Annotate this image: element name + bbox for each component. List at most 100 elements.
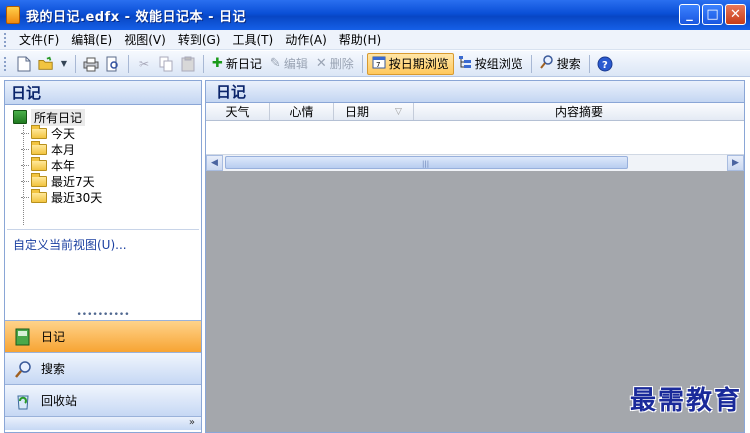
tree-item-label: 本月 — [51, 142, 76, 157]
scrollbar-thumb[interactable]: ||| — [225, 156, 628, 169]
print-preview-icon[interactable] — [105, 56, 121, 72]
diary-list: 天气 心情 日期 ▽ 内容摘要 ◀ ||| ▶ — [206, 103, 744, 171]
search-icon — [540, 54, 554, 73]
diary-book-icon — [13, 327, 33, 347]
app-icon — [6, 6, 20, 24]
menu-view[interactable]: 视图(V) — [118, 31, 172, 48]
edit-button[interactable]: ✎ 编辑 — [266, 53, 312, 75]
menu-goto[interactable]: 转到(G) — [172, 31, 227, 48]
folder-icon — [31, 140, 47, 155]
tree-item-this-month[interactable]: 本月 — [21, 140, 201, 157]
help-icon[interactable]: ? — [597, 56, 613, 72]
tree-item-label: 今天 — [51, 126, 76, 141]
sort-descending-icon: ▽ — [395, 106, 402, 117]
column-header-label: 日期 — [345, 105, 370, 119]
window-title: 我的日记.edfx - 效能日记本 - 日记 — [26, 9, 246, 25]
pencil-icon: ✎ — [269, 56, 281, 71]
browse-by-date-label: 按日期浏览 — [388, 57, 449, 71]
toolbar-separator — [75, 54, 76, 73]
folder-icon — [31, 156, 47, 171]
toolbar-separator — [128, 54, 129, 73]
menu-grip[interactable] — [4, 32, 7, 47]
delete-button[interactable]: ✕ 删除 — [312, 53, 358, 75]
edit-label: 编辑 — [283, 57, 308, 71]
search-icon — [13, 359, 33, 379]
new-file-icon[interactable] — [16, 56, 32, 72]
tree-item-this-year[interactable]: 本年 — [21, 156, 201, 173]
nav-footer: » — [5, 416, 201, 430]
nav-button-recycle-bin[interactable]: 回收站 — [5, 384, 201, 416]
pane-splitter[interactable]: •••••••••• — [5, 311, 201, 320]
column-header-summary[interactable]: 内容摘要 — [414, 103, 744, 120]
scroll-right-icon[interactable]: ▶ — [727, 155, 744, 171]
configure-buttons-chevron-icon[interactable]: » — [189, 417, 195, 428]
tree-connector-line — [23, 125, 24, 225]
nav-button-label: 日记 — [41, 330, 66, 344]
print-icon[interactable] — [83, 56, 99, 72]
watermark: 最需教育 — [629, 386, 742, 416]
group-tree-icon — [458, 55, 472, 73]
dropdown-arrow-icon[interactable]: ▼ — [60, 56, 68, 72]
delete-label: 删除 — [329, 57, 354, 71]
tree-item-label: 本年 — [51, 158, 76, 173]
title-bar: 我的日记.edfx - 效能日记本 - 日记 _ □ ✕ — [0, 0, 750, 30]
svg-text:?: ? — [602, 60, 608, 71]
nav-button-label: 回收站 — [41, 394, 78, 408]
toolbar-separator — [361, 54, 363, 73]
close-button[interactable]: ✕ — [725, 4, 746, 25]
recycle-bin-icon — [13, 391, 33, 411]
tree-item-label: 最近7天 — [51, 174, 95, 189]
folder-icon — [31, 124, 47, 139]
browse-by-group-button[interactable]: 按组浏览 — [454, 53, 527, 75]
nav-button-search[interactable]: 搜索 — [5, 352, 201, 384]
diary-book-icon — [13, 110, 27, 124]
menu-bar: 文件(F) 编辑(E) 视图(V) 转到(G) 工具(T) 动作(A) 帮助(H… — [0, 30, 750, 50]
tree-item-all-diaries[interactable]: 所有日记 — [13, 108, 201, 126]
toolbar-separator — [588, 54, 590, 73]
maximize-button[interactable]: □ — [702, 4, 723, 25]
navigation-pane: 日记 所有日记 今天 本月 本年 最近7天 最近30天 自定义当前视图(U)..… — [4, 80, 202, 433]
calendar-icon: 7 — [372, 55, 386, 73]
column-header-date[interactable]: 日期 ▽ — [334, 103, 414, 120]
column-headers: 天气 心情 日期 ▽ 内容摘要 — [206, 103, 744, 121]
paste-icon[interactable] — [180, 56, 196, 72]
toolbar: ▼ ✂ ✚ 新日记 ✎ 编辑 ✕ 删除 7 按日期浏览 按组浏览 搜索 ? — [0, 51, 750, 77]
nav-button-diary[interactable]: 日记 — [5, 320, 201, 352]
svg-text:7: 7 — [376, 61, 380, 69]
delete-x-icon: ✕ — [315, 56, 327, 71]
new-diary-button[interactable]: ✚ 新日记 — [208, 53, 266, 75]
tree-item-today[interactable]: 今天 — [21, 124, 201, 141]
search-label: 搜索 — [556, 57, 581, 71]
menu-edit[interactable]: 编辑(E) — [65, 31, 118, 48]
tree-item-label: 所有日记 — [31, 108, 86, 126]
folder-icon — [31, 188, 47, 203]
tree-item-last-7-days[interactable]: 最近7天 — [21, 172, 201, 189]
menu-file[interactable]: 文件(F) — [13, 31, 65, 48]
browse-by-group-label: 按组浏览 — [474, 57, 523, 71]
customize-view-link[interactable]: 自定义当前视图(U)... — [5, 230, 201, 312]
menu-actions[interactable]: 动作(A) — [279, 31, 333, 48]
column-header-mood[interactable]: 心情 — [270, 103, 334, 120]
minimize-button[interactable]: _ — [679, 4, 700, 25]
browse-by-date-button[interactable]: 7 按日期浏览 — [366, 52, 454, 75]
nav-button-label: 搜索 — [41, 362, 66, 376]
toolbar-grip[interactable] — [4, 56, 7, 71]
navigation-pane-title: 日记 — [5, 81, 201, 105]
scroll-left-icon[interactable]: ◀ — [206, 155, 223, 171]
new-diary-label: 新日记 — [225, 57, 262, 71]
folder-icon — [31, 172, 47, 187]
cut-icon[interactable]: ✂ — [136, 56, 152, 72]
search-button[interactable]: 搜索 — [536, 53, 585, 75]
tree-item-label: 最近30天 — [51, 190, 103, 205]
copy-icon[interactable] — [158, 56, 174, 72]
menu-tools[interactable]: 工具(T) — [226, 31, 279, 48]
scrollbar-grip-icon: ||| — [422, 160, 430, 168]
toolbar-separator — [203, 54, 204, 73]
scrollbar-track[interactable]: ||| — [223, 155, 727, 171]
horizontal-scrollbar[interactable]: ◀ ||| ▶ — [206, 154, 744, 171]
menu-help[interactable]: 帮助(H) — [333, 31, 387, 48]
customize-view-label: 自定义当前视图(U)... — [13, 238, 127, 252]
column-header-weather[interactable]: 天气 — [206, 103, 270, 120]
open-folder-icon[interactable] — [38, 56, 54, 72]
tree-item-last-30-days[interactable]: 最近30天 — [21, 188, 201, 205]
